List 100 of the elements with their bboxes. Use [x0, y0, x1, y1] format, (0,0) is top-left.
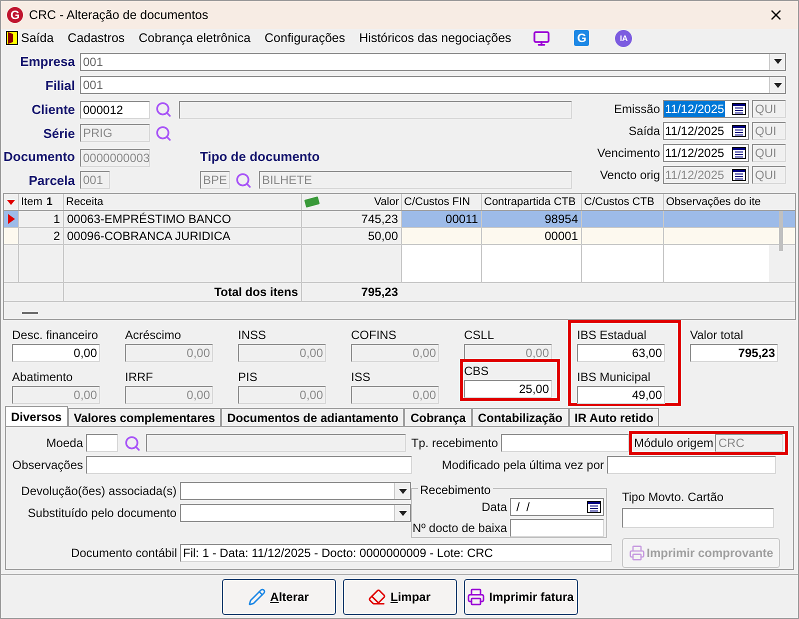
- column-header[interactable]: C/Custos FIN: [401, 194, 481, 210]
- row-pointer-icon: [8, 214, 14, 224]
- input-field[interactable]: [510, 519, 604, 537]
- column-header[interactable]: Contrapartida CTB: [481, 194, 581, 210]
- menu-item[interactable]: Cobrança eletrônica: [138, 28, 251, 48]
- field-label: COFINS: [351, 327, 398, 344]
- input-field[interactable]: 0,00: [12, 344, 100, 362]
- action-button[interactable]: Imprimir fatura: [464, 578, 578, 614]
- tab[interactable]: IR Auto retido: [568, 408, 660, 426]
- tab[interactable]: Contabilização: [472, 408, 569, 426]
- search-icon[interactable]: [155, 124, 172, 142]
- date-field[interactable]: 11/12/2025: [663, 144, 749, 162]
- printer-icon: [628, 545, 645, 561]
- calendar-icon[interactable]: [732, 125, 746, 137]
- column-header[interactable]: Receita: [63, 194, 301, 210]
- search-icon[interactable]: [235, 172, 252, 189]
- field-label: ISS: [351, 369, 372, 386]
- field-label: Tipo de documento: [200, 148, 320, 166]
- weekday-field: QUI: [752, 144, 786, 162]
- field-label: Parcela: [28, 172, 75, 190]
- splitter-handle[interactable]: [22, 312, 38, 314]
- field-label: Acréscimo: [125, 327, 182, 344]
- menu-item[interactable]: Cadastros: [68, 28, 125, 48]
- field-label: Abatimento: [12, 369, 74, 386]
- search-icon[interactable]: [124, 434, 141, 452]
- column-header[interactable]: Item 1: [18, 194, 63, 210]
- sort-mark: 1: [46, 195, 53, 210]
- field-label: Cliente: [30, 101, 75, 119]
- total-label: Total dos itens: [63, 283, 301, 301]
- field-label: Vencto orig: [598, 167, 660, 184]
- field-label: Moeda: [45, 435, 83, 452]
- ai-badge[interactable]: IA: [615, 30, 632, 46]
- menu-item[interactable]: Configurações: [264, 28, 346, 48]
- field-label: Módulo origem: [634, 435, 714, 452]
- logo-icon[interactable]: G: [574, 30, 590, 46]
- action-button[interactable]: Limpar: [342, 578, 456, 614]
- field-label: CSLL: [464, 327, 496, 344]
- weekday-field: QUI: [752, 122, 786, 140]
- dropdown-button[interactable]: [769, 77, 785, 94]
- menu-item[interactable]: Saída: [21, 28, 54, 48]
- table-row[interactable]: 1 00063-EMPRÉSTIMO BANCO 745,23 00011 98954: [4, 211, 795, 228]
- field-label: Filial: [44, 76, 75, 94]
- input-field[interactable]: [501, 434, 629, 452]
- field-label: PIS: [238, 369, 258, 386]
- column-header[interactable]: Valor: [301, 194, 401, 210]
- input-field[interactable]: 000012: [80, 100, 150, 119]
- column-header[interactable]: Observações do ite: [663, 194, 769, 210]
- table-cell: 98954: [481, 211, 581, 227]
- caret-icon: [774, 59, 782, 64]
- field-label: Tipo Movto. Cartão: [622, 489, 725, 506]
- app-logo: G: [7, 7, 23, 23]
- calendar-icon[interactable]: [732, 147, 746, 159]
- input-field[interactable]: 49,00: [577, 386, 665, 404]
- printer-icon: [467, 588, 486, 606]
- column-header[interactable]: C/Custos CTB: [581, 194, 663, 210]
- table-cell: 2: [18, 228, 63, 244]
- field-label: Empresa: [19, 53, 75, 71]
- date-field[interactable]: 11/12/2025: [663, 100, 749, 118]
- calendar-icon[interactable]: [587, 501, 601, 513]
- field-label: Desc. financeiro: [12, 327, 100, 344]
- field-label: Data: [480, 499, 507, 516]
- field-label: Documento contábil: [70, 545, 177, 562]
- dropdown-button[interactable]: [394, 505, 410, 521]
- tab[interactable]: Diversos: [5, 406, 68, 426]
- money-icon: [304, 196, 320, 208]
- combo-box[interactable]: 001: [80, 52, 786, 71]
- dropdown-button[interactable]: [769, 54, 785, 70]
- door-icon[interactable]: [6, 31, 18, 45]
- scroll-thumb[interactable]: [779, 211, 783, 251]
- input-field[interactable]: [86, 434, 118, 452]
- monitor-icon[interactable]: [533, 30, 550, 46]
- dropdown-button[interactable]: [394, 483, 410, 499]
- combo-box[interactable]: 001: [80, 76, 786, 94]
- input-field[interactable]: 795,23: [690, 344, 778, 362]
- field-label: IBS Municipal: [577, 369, 652, 386]
- menu-item[interactable]: Históricos das negociações: [359, 28, 512, 48]
- caret-icon: [398, 510, 406, 516]
- input-field[interactable]: [607, 456, 776, 474]
- date-field[interactable]: 11/12/2025: [663, 122, 749, 140]
- input-field[interactable]: 63,00: [577, 344, 665, 362]
- table-cell: 00096-COBRANCA JURIDICA: [63, 228, 301, 244]
- date-field[interactable]: / /: [510, 498, 604, 516]
- eraser-icon: [368, 588, 386, 606]
- tab[interactable]: Cobrança: [404, 408, 472, 426]
- input-field[interactable]: [622, 508, 774, 528]
- field-label: CBS: [464, 363, 490, 380]
- input-field[interactable]: [86, 456, 412, 474]
- calendar-icon[interactable]: [732, 103, 746, 115]
- tab[interactable]: Documentos de adiantamento: [221, 408, 404, 426]
- table-row[interactable]: 2 00096-COBRANCA JURIDICA 50,00 00001: [4, 228, 795, 245]
- field-label: Valor total: [690, 327, 744, 344]
- field-label: Tp. recebimento: [410, 435, 498, 452]
- table-cell: 1: [18, 211, 63, 227]
- input-field[interactable]: 25,00: [464, 380, 552, 398]
- field-label: Série: [42, 124, 75, 142]
- tab[interactable]: Valores complementares: [68, 408, 222, 426]
- input-field[interactable]: Fil: 1 - Data: 11/12/2025 - Docto: 0000000009 - Lote: CRC: [180, 544, 612, 562]
- search-icon[interactable]: [155, 101, 172, 118]
- action-button[interactable]: Alterar: [222, 578, 336, 614]
- field-label: Vencimento: [596, 145, 660, 162]
